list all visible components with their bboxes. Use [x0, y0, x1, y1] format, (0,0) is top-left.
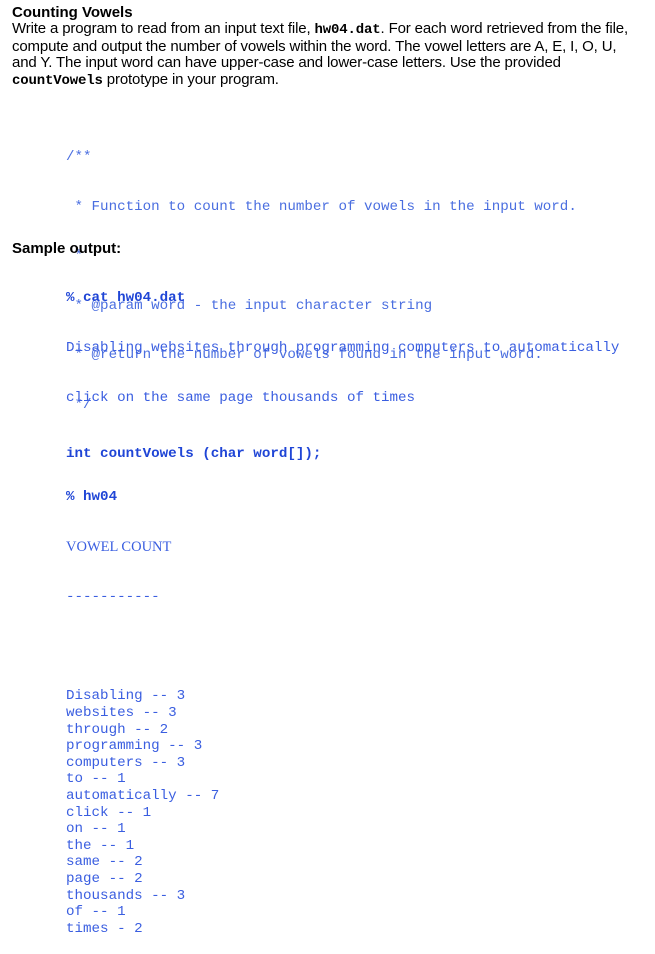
command-line: % cat hw04.dat: [66, 290, 186, 307]
sample-output-block: % cat hw04.dat Disabling websites throug…: [66, 257, 619, 954]
output-separator: -----------: [66, 588, 160, 605]
result-row: Disabling -- 3: [66, 688, 186, 705]
result-row: automatically -- 7: [66, 788, 220, 804]
file-content-line: click on the same page thousands of time…: [66, 389, 416, 406]
filename-code: hw04.dat: [314, 22, 381, 38]
function-name-code: countVowels: [12, 72, 103, 89]
command-line: % hw04: [66, 489, 118, 506]
result-row: click -- 1: [66, 804, 152, 821]
paragraph-line: countVowels prototype in your program.: [12, 70, 652, 90]
result-row: on -- 1: [66, 821, 126, 838]
paragraph-line: compute and output the number of vowels …: [12, 37, 617, 55]
instructions-paragraph: Write a program to read from an input te…: [12, 20, 652, 90]
results-list: Disabling -- 3 websites -- 3 through -- 2p…: [66, 688, 619, 937]
result-row: times - 2: [66, 920, 143, 937]
file-content-line: Disabling websites through programming c…: [66, 339, 620, 356]
paragraph-line: and Y. The input word can have upper-cas…: [12, 54, 561, 71]
result-row: computers -- 3: [66, 754, 186, 771]
paragraph-text: prototype in your program.: [102, 70, 279, 88]
sample-output-heading: Sample output:: [12, 240, 122, 257]
code-comment-line: /**: [66, 149, 92, 165]
code-comment-line: * Function to count the number of vowels…: [66, 198, 577, 215]
result-row: of -- 1: [66, 904, 126, 921]
result-row: to -- 1: [66, 771, 126, 788]
result-row: programming -- 3: [66, 738, 203, 755]
paragraph-text: Write a program to read from an input te…: [12, 20, 315, 37]
paragraph-line: Write a program to read from an input te…: [12, 20, 652, 39]
result-row: websites -- 3: [66, 705, 177, 722]
result-row: same -- 2: [66, 854, 143, 871]
result-row: page -- 2: [66, 870, 143, 887]
section-title: Counting Vowels: [12, 4, 133, 21]
result-row: thousands -- 3: [66, 887, 186, 904]
result-row: the -- 1: [66, 837, 135, 854]
output-header: VOWEL COUNT: [66, 539, 172, 556]
paragraph-text: . For each word retrieved from the file,: [380, 20, 629, 37]
result-row: through -- 2: [66, 721, 169, 738]
